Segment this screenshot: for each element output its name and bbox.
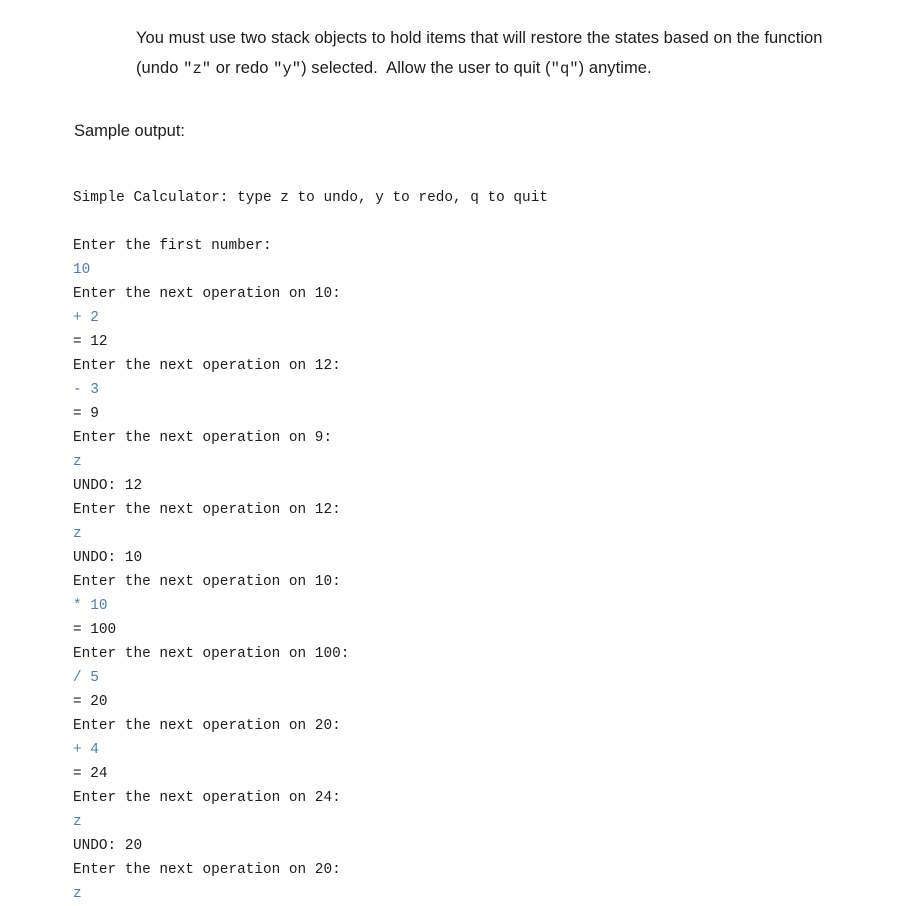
console-transcript: Simple Calculator: type z to undo, y to … xyxy=(73,186,873,906)
console-output-line: Enter the next operation on 12: xyxy=(73,502,341,519)
prose-key-literal: "y" xyxy=(273,59,302,78)
console-input-line: 10 xyxy=(73,262,91,279)
console-output-line: UNDO: 20 xyxy=(73,838,143,855)
console-output-line: = 12 xyxy=(73,334,108,351)
prose-text-run: or redo xyxy=(211,58,274,77)
console-output-line: = 20 xyxy=(73,694,108,711)
console-input-line: + 2 xyxy=(73,310,99,327)
console-output-line: Enter the next operation on 10: xyxy=(73,574,341,591)
console-input-line: z xyxy=(73,526,82,543)
console-output-line: Enter the next operation on 20: xyxy=(73,718,341,735)
console-input-line: + 4 xyxy=(73,742,99,759)
prose-key-literal: "z" xyxy=(183,59,212,78)
assignment-instructions-paragraph: You must use two stack objects to hold i… xyxy=(136,23,836,84)
console-output-line: Simple Calculator: type z to undo, y to … xyxy=(73,190,548,207)
console-input-line: - 3 xyxy=(73,382,99,399)
prose-text-run: ) anytime. xyxy=(578,58,652,77)
console-output-line: Enter the next operation on 12: xyxy=(73,358,341,375)
console-output-line: = 9 xyxy=(73,406,99,423)
prose-key-literal: "q" xyxy=(550,59,579,78)
prose-text-run: ) selected. Allow the user to quit ( xyxy=(301,58,551,77)
console-input-line: z xyxy=(73,814,82,831)
console-output-line: Enter the next operation on 9: xyxy=(73,430,333,447)
console-output-line: Enter the next operation on 24: xyxy=(73,790,341,807)
console-output-line: = 100 xyxy=(73,622,117,639)
console-output-line: Enter the next operation on 100: xyxy=(73,646,350,663)
console-output-line: Enter the first number: xyxy=(73,238,272,255)
console-input-line: * 10 xyxy=(73,598,108,615)
console-output-line: Enter the next operation on 10: xyxy=(73,286,341,303)
console-output-line: = 24 xyxy=(73,766,108,783)
console-output-line: Enter the next operation on 20: xyxy=(73,862,341,879)
console-output-line: UNDO: 12 xyxy=(73,478,143,495)
console-input-line: / 5 xyxy=(73,670,99,687)
sample-output-label: Sample output: xyxy=(74,122,185,140)
console-input-line: z xyxy=(73,454,82,471)
console-output-line: UNDO: 10 xyxy=(73,550,143,567)
